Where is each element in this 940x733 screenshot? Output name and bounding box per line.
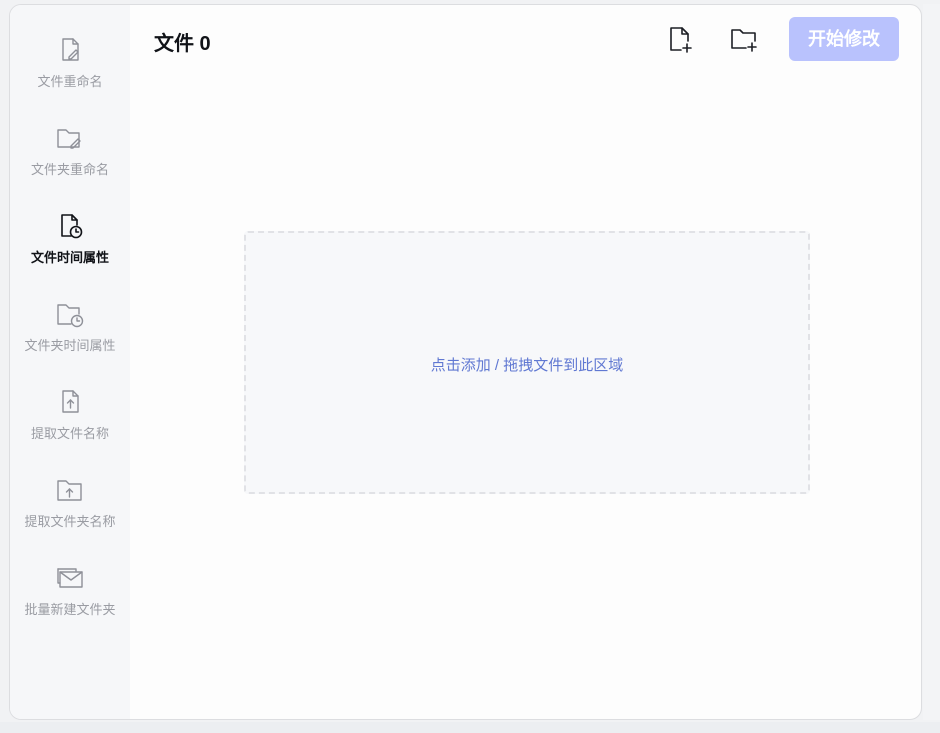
file-edit-icon bbox=[55, 35, 85, 65]
add-file-button[interactable] bbox=[664, 23, 696, 55]
folder-clock-icon bbox=[55, 299, 85, 329]
sidebar-item-file-time[interactable]: 文件时间属性 bbox=[10, 211, 130, 291]
sidebar-item-extract-file-names[interactable]: 提取文件名称 bbox=[10, 387, 130, 467]
sidebar-item-batch-create-folders[interactable]: 批量新建文件夹 bbox=[10, 563, 130, 643]
sidebar-item-label: 提取文件夹名称 bbox=[24, 514, 116, 529]
sidebar-item-label: 文件夹重命名 bbox=[30, 162, 109, 177]
background-panel-bottom bbox=[0, 722, 940, 733]
start-modify-button[interactable]: 开始修改 bbox=[789, 17, 899, 61]
sidebar-item-label: 批量新建文件夹 bbox=[24, 602, 116, 617]
drop-zone-hint: 点击添加 / 拖拽文件到此区域 bbox=[430, 357, 624, 374]
file-upload-icon bbox=[55, 387, 85, 417]
folder-upload-icon bbox=[55, 475, 85, 505]
background-panel-edge bbox=[923, 4, 940, 720]
sidebar-item-label: 文件夹时间属性 bbox=[24, 338, 116, 353]
sidebar-item-file-rename[interactable]: 文件重命名 bbox=[10, 35, 130, 115]
sidebar: 文件重命名 文件夹重命名 文件时间属性 文件夹时间属性 提取文件名称 提取文件夹… bbox=[10, 5, 130, 719]
add-folder-icon bbox=[728, 23, 760, 55]
main-panel: 文件 0 开始修改 点击添加 / 拖拽文件到此区域 bbox=[130, 5, 921, 719]
app-window: 文件重命名 文件夹重命名 文件时间属性 文件夹时间属性 提取文件名称 提取文件夹… bbox=[9, 4, 922, 720]
sidebar-item-folder-rename[interactable]: 文件夹重命名 bbox=[10, 123, 130, 203]
file-drop-zone[interactable]: 点击添加 / 拖拽文件到此区域 bbox=[244, 231, 810, 494]
sidebar-item-label: 文件时间属性 bbox=[30, 250, 109, 265]
sidebar-item-folder-time[interactable]: 文件夹时间属性 bbox=[10, 299, 130, 379]
sidebar-item-extract-folder-names[interactable]: 提取文件夹名称 bbox=[10, 475, 130, 555]
add-file-icon bbox=[664, 23, 696, 55]
add-folder-button[interactable] bbox=[728, 23, 760, 55]
file-clock-icon bbox=[55, 211, 85, 241]
file-count-title: 文件 0 bbox=[154, 33, 211, 55]
folder-edit-icon bbox=[55, 123, 85, 153]
batch-folder-icon bbox=[55, 563, 85, 593]
sidebar-item-label: 文件重命名 bbox=[37, 74, 103, 89]
sidebar-item-label: 提取文件名称 bbox=[30, 426, 109, 441]
